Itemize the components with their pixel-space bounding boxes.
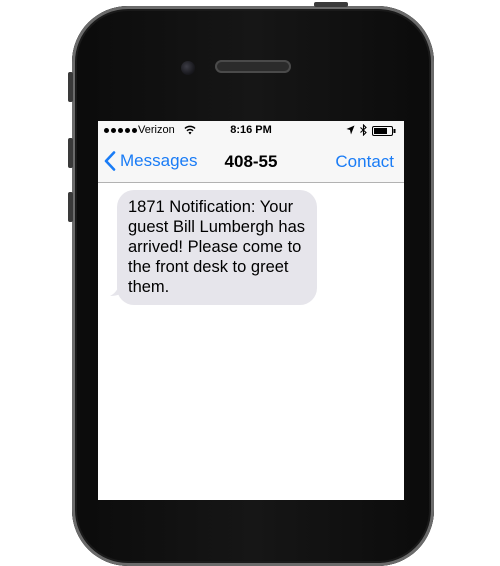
front-camera xyxy=(181,61,195,75)
bluetooth-icon xyxy=(360,124,367,136)
status-bar: Verizon 8:16 PM xyxy=(98,121,404,141)
volume-down-button xyxy=(68,192,73,222)
incoming-message-bubble[interactable]: 1871 Notification: Your guest Bill Lumbe… xyxy=(117,190,317,305)
navigation-bar: Messages 408-55 Contact xyxy=(98,141,404,183)
earpiece-speaker xyxy=(215,60,291,73)
back-button-label: Messages xyxy=(120,151,198,170)
power-button xyxy=(314,2,348,7)
volume-up-button xyxy=(68,138,73,168)
phone-screen: Verizon 8:16 PM Messages 408-55 Contact xyxy=(98,121,404,500)
back-to-messages-button[interactable]: Messages xyxy=(104,151,197,171)
contact-button[interactable]: Contact xyxy=(335,152,394,172)
battery-icon xyxy=(372,126,396,136)
chevron-left-icon xyxy=(104,151,116,171)
location-arrow-icon xyxy=(346,125,355,135)
status-time: 8:16 PM xyxy=(230,124,272,136)
mute-switch xyxy=(68,72,73,102)
